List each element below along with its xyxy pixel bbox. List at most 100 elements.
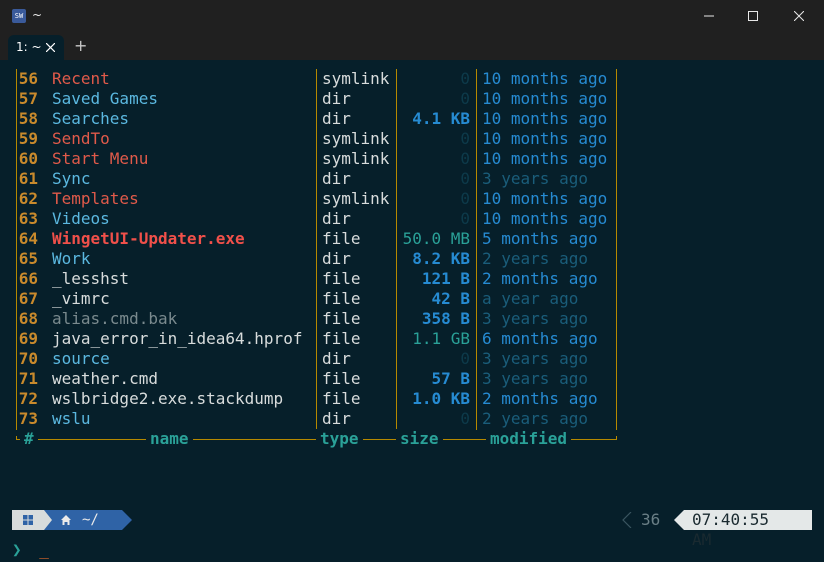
chevron-left-icon <box>622 512 632 528</box>
table-row[interactable]: 71 weather.cmd file 57 B 3 years ago <box>14 369 624 389</box>
modified-time: 5 months ago <box>482 229 598 248</box>
path-segment-arrow <box>122 510 132 530</box>
header-modified[interactable]: modified <box>486 429 572 449</box>
file-name[interactable]: Work <box>52 249 91 269</box>
table-row[interactable]: 62 Templates symlink 0 10 months ago <box>14 189 624 209</box>
file-name[interactable]: wslbridge2.exe.stackdump <box>52 389 283 409</box>
file-name[interactable]: WingetUI-Updater.exe <box>52 229 245 249</box>
file-name[interactable]: alias.cmd.bak <box>52 309 177 329</box>
modified-time: 2 years ago <box>482 249 588 268</box>
file-size: 42 B <box>431 289 470 308</box>
modified-time: 10 months ago <box>482 189 608 208</box>
os-segment <box>12 510 52 530</box>
modified-time: a year ago <box>482 289 579 308</box>
table-row[interactable]: 61 Sync dir 0 3 years ago <box>14 169 624 189</box>
file-name[interactable]: Sync <box>52 169 91 189</box>
table-row[interactable]: 73 wslu dir 0 2 years ago <box>14 409 624 429</box>
file-type: dir <box>322 169 351 188</box>
file-name[interactable]: weather.cmd <box>52 369 158 389</box>
row-index: 56 <box>18 69 38 88</box>
maximize-button[interactable] <box>730 0 776 32</box>
file-size: 0 <box>460 349 470 368</box>
minimize-button[interactable] <box>686 0 732 32</box>
row-index: 73 <box>18 409 38 428</box>
row-index: 70 <box>18 349 38 368</box>
new-tab-button[interactable]: + <box>74 38 87 54</box>
table-row[interactable]: 70 source dir 0 3 years ago <box>14 349 624 369</box>
tab-home[interactable]: 1: ~ <box>8 35 64 60</box>
table-row[interactable]: 64 WingetUI-Updater.exe file 50.0 MB 5 month… <box>14 229 624 249</box>
header-index[interactable]: # <box>20 429 38 449</box>
file-type: file <box>322 309 361 328</box>
file-name[interactable]: _vimrc <box>52 289 110 309</box>
table-row[interactable]: 60 Start Menu symlink 0 10 months ago <box>14 149 624 169</box>
header-size[interactable]: size <box>396 429 443 449</box>
table-row[interactable]: 68 alias.cmd.bak file 358 B 3 years ago <box>14 309 624 329</box>
path-segment: ~/ <box>52 510 122 530</box>
table-row[interactable]: 58 Searches dir 4.1 KB 10 months ago <box>14 109 624 129</box>
table-row[interactable]: 67 _vimrc file 42 B a year ago <box>14 289 624 309</box>
file-type: dir <box>322 249 351 268</box>
terminal-pane[interactable]: 56 Recent symlink 0 10 months ago 57 Saved Gam… <box>0 60 824 562</box>
table-row[interactable]: 56 Recent symlink 0 10 months ago <box>14 69 624 89</box>
file-name[interactable]: SendTo <box>52 129 110 149</box>
modified-time: 2 years ago <box>482 409 588 428</box>
prompt-caret: ❯ <box>12 540 22 559</box>
row-index: 65 <box>18 249 38 268</box>
file-name[interactable]: _lesshst <box>52 269 129 289</box>
file-size: 0 <box>460 409 470 428</box>
file-type: symlink <box>322 129 390 148</box>
header-type[interactable]: type <box>316 429 363 449</box>
file-type: dir <box>322 209 351 228</box>
file-size: 1.1 GB <box>412 329 470 348</box>
command-prompt[interactable]: ❯ _ <box>12 540 49 560</box>
file-type: file <box>322 289 361 308</box>
row-index: 59 <box>18 129 38 148</box>
row-index: 58 <box>18 109 38 128</box>
clock-label: 07:40:55 AM <box>692 510 770 549</box>
row-index: 60 <box>18 149 38 168</box>
file-type: file <box>322 369 361 388</box>
table-row[interactable]: 69 java_error_in_idea64.hprof file 1.1 GB 6 … <box>14 329 624 349</box>
file-type: dir <box>322 349 351 368</box>
file-type: symlink <box>322 189 390 208</box>
header-name[interactable]: name <box>146 429 193 449</box>
tab-close-icon[interactable] <box>46 43 55 52</box>
row-index: 71 <box>18 369 38 388</box>
file-name[interactable]: Start Menu <box>52 149 148 169</box>
modified-time: 3 years ago <box>482 369 588 388</box>
file-size: 0 <box>460 89 470 108</box>
file-name[interactable]: Saved Games <box>52 89 158 109</box>
modified-time: 3 years ago <box>482 169 588 188</box>
file-size: 0 <box>460 169 470 188</box>
file-name[interactable]: java_error_in_idea64.hprof <box>52 329 302 349</box>
close-button[interactable] <box>776 0 822 32</box>
tab-label: 1: ~ <box>16 40 42 54</box>
file-name[interactable]: Recent <box>52 69 110 89</box>
row-index: 63 <box>18 209 38 228</box>
table-row[interactable]: 72 wslbridge2.exe.stackdump file 1.0 KB 2 mo… <box>14 389 624 409</box>
row-index: 68 <box>18 309 38 328</box>
file-name[interactable]: Searches <box>52 109 129 129</box>
table-row[interactable]: 66 _lesshst file 121 B 2 months ago <box>14 269 624 289</box>
home-icon <box>61 515 71 525</box>
row-index: 62 <box>18 189 38 208</box>
table-row[interactable]: 57 Saved Games dir 0 10 months ago <box>14 89 624 109</box>
table-row[interactable]: 59 SendTo symlink 0 10 months ago <box>14 129 624 149</box>
file-name[interactable]: Templates <box>52 189 139 209</box>
file-name[interactable]: source <box>52 349 110 369</box>
file-name[interactable]: Videos <box>52 209 110 229</box>
row-index: 61 <box>18 169 38 188</box>
file-size: 0 <box>460 189 470 208</box>
file-type: dir <box>322 109 351 128</box>
file-size: 358 B <box>421 309 470 328</box>
file-type: dir <box>322 409 351 428</box>
row-index: 72 <box>18 389 38 408</box>
file-size: 4.1 KB <box>412 109 470 128</box>
file-type: file <box>322 269 361 288</box>
file-name[interactable]: wslu <box>52 409 91 429</box>
table-row[interactable]: 63 Videos dir 0 10 months ago <box>14 209 624 229</box>
terminal-app-icon: SW <box>12 9 26 23</box>
table-row[interactable]: 65 Work dir 8.2 KB 2 years ago <box>14 249 624 269</box>
modified-time: 2 months ago <box>482 269 598 288</box>
